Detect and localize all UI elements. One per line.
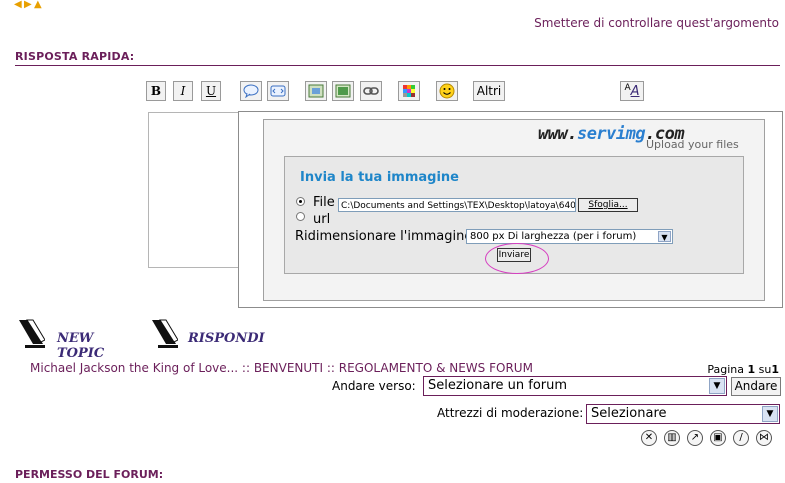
merge-icon[interactable]: ⋈ bbox=[756, 430, 772, 446]
delete-icon[interactable]: ✕ bbox=[641, 430, 657, 446]
underline-button[interactable]: U bbox=[201, 81, 221, 101]
file-radio-label: File bbox=[313, 195, 335, 210]
pagination: Pagina 1 su1 bbox=[707, 363, 779, 376]
image-icon bbox=[335, 84, 351, 98]
file-path-input[interactable]: C:\Documents and Settings\TEX\Desktop\la… bbox=[338, 198, 576, 212]
pen-icon bbox=[152, 319, 178, 348]
goto-label: Andare verso: bbox=[332, 379, 416, 393]
moderation-select[interactable]: Selezionare ▼ bbox=[586, 404, 780, 424]
font-size-button[interactable]: AA bbox=[620, 81, 644, 101]
new-topic-label: NEW TOPIC bbox=[57, 331, 105, 361]
pager-total: 1 bbox=[771, 363, 779, 376]
moderation-label: Attrezzi di moderazione: bbox=[437, 406, 584, 420]
more-button[interactable]: Altri bbox=[473, 81, 505, 101]
image-host-button[interactable] bbox=[305, 81, 327, 101]
smiley-button[interactable] bbox=[436, 81, 458, 101]
url-radio[interactable] bbox=[296, 212, 305, 221]
resize-select[interactable]: 800 px Di larghezza (per i forum) ▼ bbox=[466, 229, 673, 244]
lock-icon[interactable]: ▣ bbox=[710, 430, 726, 446]
breadcrumb[interactable]: Michael Jackson the King of Love... :: B… bbox=[30, 361, 533, 375]
chevron-down-icon: ▼ bbox=[658, 231, 671, 242]
resize-label: Ridimensionare l'immagine bbox=[295, 229, 473, 244]
go-button[interactable]: Andare bbox=[731, 377, 781, 396]
bold-button[interactable]: B bbox=[146, 81, 166, 101]
link-button[interactable] bbox=[360, 81, 382, 101]
pager-prefix: Pagina bbox=[707, 363, 748, 376]
image-button[interactable] bbox=[332, 81, 354, 101]
code-icon bbox=[270, 85, 286, 97]
upload-title: Invia la tua immagine bbox=[300, 170, 459, 185]
logo-accent: servimg bbox=[576, 124, 646, 144]
chevron-down-icon: ▼ bbox=[762, 406, 778, 422]
pager-current: 1 bbox=[747, 363, 756, 376]
servimg-tagline: Upload your files bbox=[646, 138, 739, 151]
message-textarea[interactable] bbox=[148, 112, 244, 268]
quote-icon bbox=[243, 84, 259, 98]
up-arrow-icon[interactable]: ▲ bbox=[34, 0, 43, 10]
left-arrow-icon[interactable]: ◀ bbox=[14, 0, 23, 10]
forum-select-value: Selezionare un forum bbox=[428, 378, 568, 393]
color-palette-icon bbox=[403, 85, 415, 97]
smiley-icon bbox=[439, 83, 455, 99]
browse-label: Sfoglia... bbox=[588, 200, 628, 210]
quick-reply-title: RISPOSTA RAPIDA: bbox=[15, 50, 135, 63]
moderation-select-value: Selezionare bbox=[591, 406, 667, 421]
font-small-icon: A bbox=[624, 83, 631, 93]
right-arrow-icon[interactable]: ▶ bbox=[24, 0, 33, 10]
new-topic-button[interactable]: NEW TOPIC bbox=[15, 318, 135, 361]
highlight-circle bbox=[485, 243, 549, 274]
section-divider bbox=[15, 65, 780, 66]
chevron-down-icon: ▼ bbox=[709, 378, 725, 394]
logo-part: www. bbox=[538, 124, 577, 144]
image-upload-icon bbox=[308, 84, 324, 98]
pager-middle: su bbox=[755, 363, 772, 376]
reply-label: RISPONDI bbox=[188, 331, 265, 346]
forum-select[interactable]: Selezionare un forum ▼ bbox=[423, 376, 727, 396]
quote-button[interactable] bbox=[240, 81, 262, 101]
color-button[interactable] bbox=[398, 81, 420, 101]
reply-button[interactable]: RISPONDI bbox=[148, 318, 266, 354]
move-icon[interactable]: ↗ bbox=[687, 430, 703, 446]
italic-button[interactable]: I bbox=[173, 81, 193, 101]
trash-icon[interactable]: ▥ bbox=[664, 430, 680, 446]
split-icon[interactable]: / bbox=[733, 430, 749, 446]
stop-watching-link[interactable]: Smettere di controllare quest'argomento bbox=[534, 16, 779, 30]
link-icon bbox=[363, 87, 379, 95]
top-nav: ◀ ▶ ▲ bbox=[14, 0, 43, 10]
permissions-title: PERMESSO DEL FORUM: bbox=[15, 468, 164, 481]
browse-button[interactable]: Sfoglia... bbox=[578, 198, 638, 212]
font-large-icon: A bbox=[630, 83, 640, 99]
resize-value: 800 px Di larghezza (per i forum) bbox=[470, 231, 637, 242]
code-button[interactable] bbox=[267, 81, 289, 101]
pen-icon bbox=[19, 319, 45, 348]
url-radio-label: url bbox=[313, 212, 331, 227]
file-radio[interactable] bbox=[296, 197, 305, 206]
